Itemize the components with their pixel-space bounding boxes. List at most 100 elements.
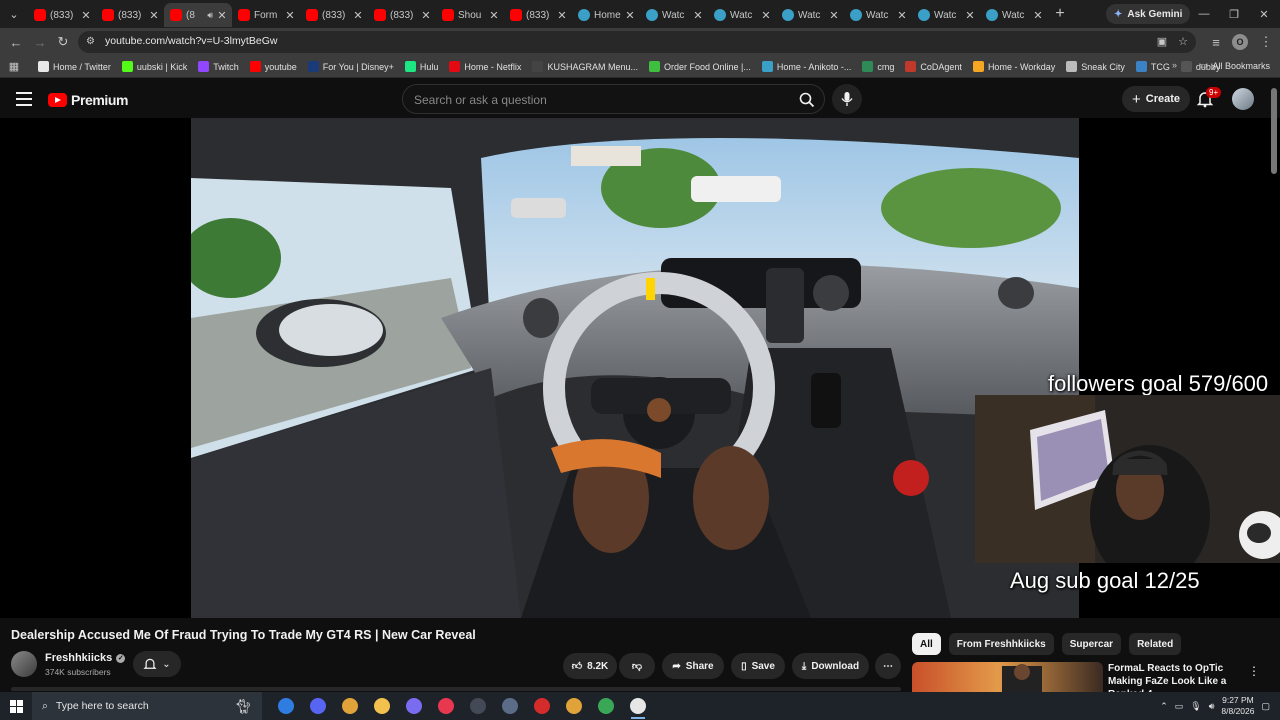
microphone-icon[interactable] [832, 84, 862, 114]
close-window-button[interactable]: ✕ [1246, 0, 1280, 28]
browser-tab[interactable]: (833) ✕ [28, 3, 96, 27]
url-text[interactable]: youtube.com/watch?v=U-3lmytBeGw [105, 35, 277, 47]
mic-tray-icon[interactable]: 🎙︎ [1190, 701, 1201, 712]
hamburger-menu-icon[interactable] [16, 92, 32, 106]
bookmark-item[interactable]: Hulu [404, 61, 438, 72]
account-avatar[interactable] [1232, 88, 1254, 110]
close-tab-icon[interactable]: ✕ [80, 9, 92, 22]
subscribed-notifications-button[interactable]: ⌄ [133, 651, 181, 677]
close-tab-icon[interactable]: ✕ [692, 9, 704, 22]
channel-name-link[interactable]: Freshhkiicks ✓ [45, 652, 126, 664]
close-tab-icon[interactable]: ✕ [896, 9, 908, 22]
close-tab-icon[interactable]: ✕ [964, 9, 976, 22]
browser-tab[interactable]: Watc ✕ [912, 3, 980, 27]
browser-tab[interactable]: (833) ✕ [368, 3, 436, 27]
video-player[interactable]: followers goal 579/600 Aug sub goal 12/2… [0, 118, 1280, 618]
browser-tab[interactable]: (8 🔊︎ ✕ [164, 3, 232, 27]
taskbar-app-edge[interactable] [270, 692, 302, 720]
tab-search-chevron-icon[interactable]: ⌄ [0, 0, 28, 28]
dislike-button[interactable]: 👎︎ [619, 653, 655, 679]
close-tab-icon[interactable]: ✕ [284, 9, 296, 22]
bookmark-item[interactable]: cmg [862, 61, 894, 72]
taskbar-app-clock-app[interactable] [622, 692, 654, 720]
browser-tab[interactable]: Watc ✕ [776, 3, 844, 27]
share-button[interactable]: ➦ Share [662, 653, 724, 679]
filter-chip[interactable]: From Freshhkiicks [948, 633, 1054, 655]
close-tab-icon[interactable]: ✕ [352, 9, 364, 22]
browser-tab[interactable]: (833) ✕ [96, 3, 164, 27]
browser-tab[interactable]: Watc ✕ [708, 3, 776, 27]
taskbar-app-chrome[interactable] [334, 692, 366, 720]
filter-chip[interactable]: Related [1129, 633, 1182, 655]
bookmark-item[interactable]: Home - Netflix [449, 61, 521, 72]
notification-center-icon[interactable]: ▢ [1261, 701, 1270, 712]
browser-tab[interactable]: Home ✕ [572, 3, 640, 27]
bookmark-item[interactable]: Home - Anikoto -... [761, 61, 851, 72]
channel-avatar[interactable] [11, 651, 37, 677]
filter-chip[interactable]: All [912, 633, 941, 655]
page-scrollbar[interactable] [1271, 88, 1277, 174]
more-vertical-icon[interactable]: ⋮ [1248, 664, 1260, 678]
youtube-logo[interactable]: Premium [48, 92, 129, 108]
close-tab-icon[interactable]: ✕ [420, 9, 432, 22]
taskbar-app-discord[interactable] [302, 692, 334, 720]
ask-gemini-button[interactable]: ✦ Ask Gemini [1106, 4, 1191, 24]
search-icon[interactable] [796, 89, 818, 111]
search-input[interactable]: Search or ask a question [402, 84, 825, 114]
profile-avatar[interactable]: O [1232, 34, 1248, 50]
volume-icon[interactable]: 🔊︎ [1209, 701, 1215, 712]
bookmark-item[interactable]: Home / Twitter [38, 61, 111, 72]
video-frame[interactable] [191, 118, 1079, 618]
browser-tab[interactable]: (833) ✕ [300, 3, 368, 27]
cast-icon[interactable]: ▣ [1154, 35, 1170, 49]
reload-icon[interactable]: ↻ [53, 32, 73, 52]
reading-list-icon[interactable]: ≡ [1206, 32, 1226, 52]
back-arrow-icon[interactable]: ← [6, 32, 26, 52]
bookmark-item[interactable]: youtube [249, 61, 297, 72]
taskbar-app-file-explorer[interactable] [366, 692, 398, 720]
bookmark-item[interactable]: For You | Disney+ [307, 61, 394, 72]
browser-tab[interactable]: Shou ✕ [436, 3, 504, 27]
close-tab-icon[interactable]: ✕ [828, 9, 840, 22]
close-tab-icon[interactable]: ✕ [488, 9, 500, 22]
taskbar-app-media-player[interactable] [430, 692, 462, 720]
bookmarks-overflow-icon[interactable]: » [1172, 60, 1177, 70]
bookmark-item[interactable]: Home - Workday [972, 61, 1055, 72]
save-button[interactable]: ▯ Save [731, 653, 785, 679]
browser-tab[interactable]: (833) ✕ [504, 3, 572, 27]
apps-grid-icon[interactable]: ▦ [0, 60, 28, 73]
more-actions-button[interactable]: ⋯ [875, 653, 901, 679]
tray-overflow-icon[interactable]: ⌃ [1160, 701, 1168, 712]
clock[interactable]: 9:27 PM 8/8/2026 [1221, 695, 1254, 717]
bookmark-item[interactable]: Twitch [198, 61, 239, 72]
browser-tab[interactable]: Watc ✕ [844, 3, 912, 27]
network-icon[interactable]: ▭ [1175, 701, 1184, 712]
browser-tab[interactable]: Watc ✕ [980, 3, 1048, 27]
browser-tab[interactable]: Form ✕ [232, 3, 300, 27]
taskbar-app-chrome[interactable] [558, 692, 590, 720]
all-bookmarks-button[interactable]: ▭ All Bookmarks [1199, 60, 1270, 71]
close-tab-icon[interactable]: ✕ [148, 9, 160, 22]
bookmark-star-icon[interactable]: ☆ [1175, 35, 1191, 49]
close-tab-icon[interactable]: ✕ [1032, 9, 1044, 22]
filter-chip[interactable]: Supercar [1061, 633, 1122, 655]
bookmark-item[interactable]: uubski | Kick [121, 61, 187, 72]
taskbar-app-obs[interactable] [462, 692, 494, 720]
bookmark-item[interactable]: Order Food Online |... [648, 61, 751, 72]
close-tab-icon[interactable]: ✕ [760, 9, 772, 22]
close-tab-icon[interactable]: ✕ [556, 9, 568, 22]
close-tab-icon[interactable]: ✕ [624, 9, 636, 22]
download-button[interactable]: ⤓ Download [792, 653, 869, 679]
bookmark-item[interactable]: CoDAgent [905, 61, 962, 72]
browser-tab[interactable]: Watc ✕ [640, 3, 708, 27]
site-info-icon[interactable]: ⚙ [86, 36, 98, 48]
new-tab-button[interactable]: + [1048, 5, 1072, 23]
tab-audio-icon[interactable]: 🔊︎ [207, 10, 213, 21]
like-button[interactable]: 👍︎ 8.2K [563, 653, 617, 679]
bookmark-item[interactable]: KUSHAGRAM Menu... [532, 61, 638, 72]
taskbar-app-adobe[interactable] [526, 692, 558, 720]
create-button[interactable]: + Create [1122, 86, 1191, 112]
taskbar-app-gamepad[interactable] [398, 692, 430, 720]
start-button[interactable] [0, 692, 32, 720]
address-bar[interactable]: ⚙ youtube.com/watch?v=U-3lmytBeGw ▣ ☆ [78, 31, 1196, 53]
